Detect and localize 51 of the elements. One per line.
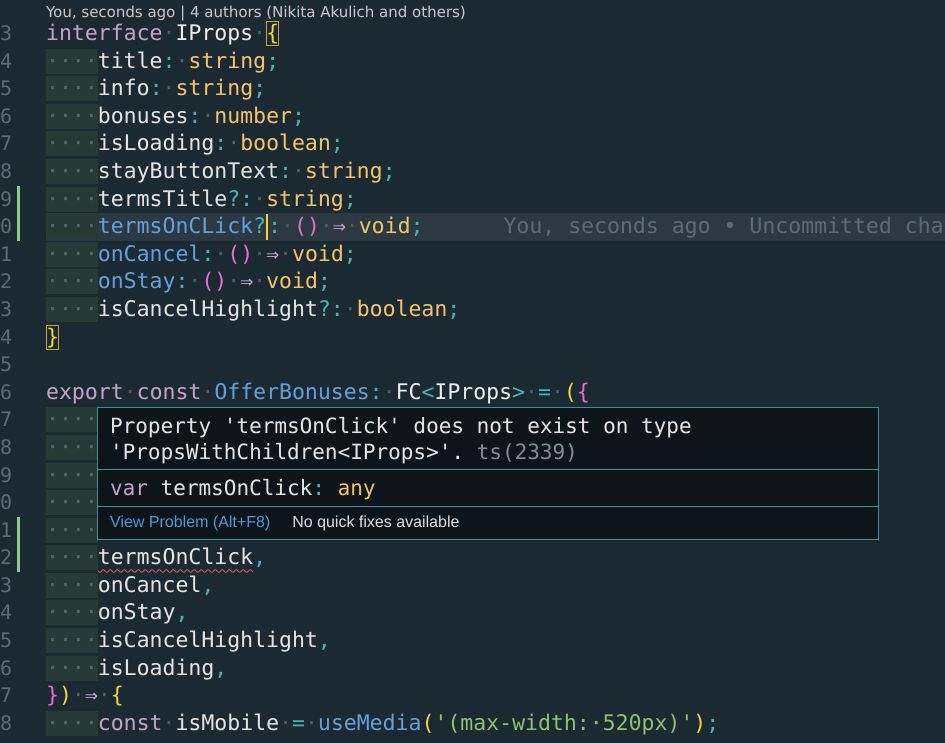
code-line: ····stayButtonText:·string; <box>46 158 396 186</box>
line-number: 8 <box>0 710 14 737</box>
code-line: export·const·OfferBonuses:·FC<IProps>·=·({ <box>46 378 590 406</box>
code-line: ····termsOnClick, <box>46 544 266 572</box>
code-line: ····isCancelHighlight, <box>46 627 331 655</box>
code-line: ····isLoading, <box>46 654 228 682</box>
code-line: ····bonuses:·number; <box>46 102 305 130</box>
line-number: 6 <box>0 378 14 406</box>
code-line: ····title:·string; <box>46 48 280 76</box>
line-number: 4 <box>0 48 14 75</box>
line-number: 7 <box>0 130 14 158</box>
line-number: 5 <box>0 75 14 102</box>
blame-codelens[interactable]: You, seconds ago | 4 authors (Nikita Akulich and others) <box>0 0 945 20</box>
line-number: 8 <box>0 158 14 185</box>
view-problem-link[interactable]: View Problem (Alt+F8) <box>110 514 270 532</box>
line-number: 6 <box>0 654 14 682</box>
line-number: 1 <box>0 516 14 544</box>
code-line: ····onCancel:·()·⇒·void; <box>46 240 357 268</box>
line-number: 0 <box>0 213 14 240</box>
code-line: ····termsTitle?:·string; <box>46 186 357 214</box>
error-message: Property 'termsOnClick' does not exist on type 'PropsWithChildren<IProps>'. ts(2339) <box>109 413 693 466</box>
line-number: 3 <box>0 572 14 599</box>
code-line: ····info:·string; <box>46 75 266 103</box>
line-number: 4 <box>0 599 14 626</box>
line-number: 4 <box>0 324 14 351</box>
line-number: 9 <box>0 462 14 488</box>
code-line: ····onStay:·()·⇒·void; <box>46 268 331 296</box>
line-number: 5 <box>0 627 14 654</box>
code-line: ····termsOnCLick?:·()·⇒·void; <box>46 213 424 241</box>
type-signature: var termsOnClick: any <box>110 476 376 500</box>
code-line: } <box>46 324 59 352</box>
quick-fix-status: No quick fixes available <box>292 514 460 532</box>
code-line: ····onStay, <box>46 599 188 628</box>
code-line: ····isLoading:·boolean; <box>46 130 344 158</box>
line-number: 3 <box>0 20 14 47</box>
line-number: 1 <box>0 240 14 268</box>
line-number: 2 <box>0 544 14 572</box>
line-number: 7 <box>0 682 14 710</box>
line-number: 8 <box>0 434 14 461</box>
code-line: ····const·isMobile·=·useMedia('(max-width:·520px)'); <box>46 710 720 738</box>
line-number: 2 <box>0 268 14 296</box>
line-number: 9 <box>0 186 14 213</box>
code-line: interface·IProps·{ <box>46 20 280 48</box>
line-number: 5 <box>0 351 14 378</box>
code-line: ····isCancelHighlight?:·boolean; <box>46 296 460 324</box>
line-number: 7 <box>0 406 14 434</box>
line-number: 0 <box>0 489 14 516</box>
line-number: 6 <box>0 102 14 130</box>
code-line: ····onCancel, <box>46 572 214 600</box>
line-number: 3 <box>0 296 14 323</box>
code-line: })·⇒·{ <box>46 682 124 710</box>
